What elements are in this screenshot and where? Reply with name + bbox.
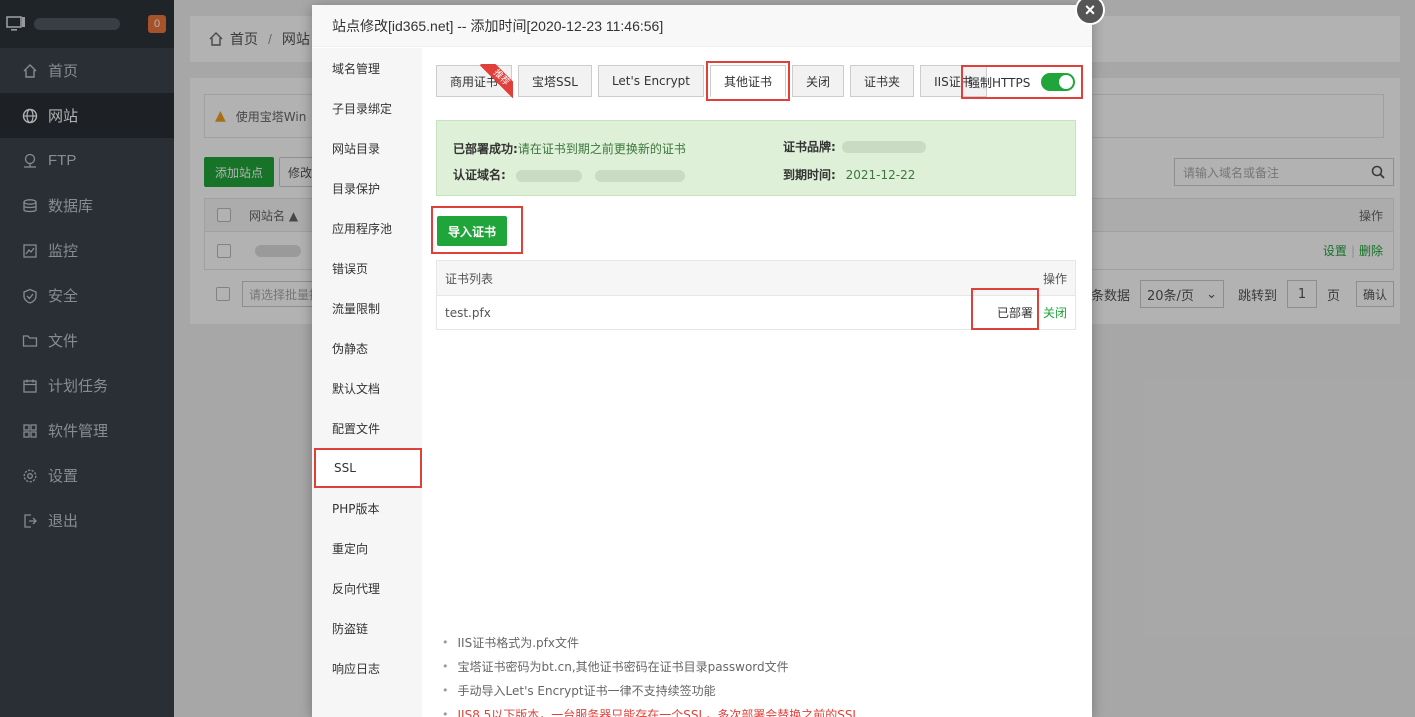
list-item: 宝塔证书密码为bt.cn,其他证书密码在证书目录password文件 [442,654,859,678]
force-https-label: 强制HTTPS [968,75,1031,90]
nav-item-reverse-proxy[interactable]: 反向代理 [312,568,422,608]
brand-redacted [841,140,926,153]
nav-item-domain[interactable]: 域名管理 [312,48,422,88]
tab-commercial-cert[interactable]: 商用证书 推荐 [436,64,514,98]
cert-name: test.pfx [445,305,491,320]
nav-item-response-log[interactable]: 响应日志 [312,648,422,688]
status-highlight [971,288,1039,330]
nav-item-redirect[interactable]: 重定向 [312,528,422,568]
nav-item-ssl[interactable]: SSL [314,448,422,488]
tab-other-cert[interactable]: 其他证书 [706,61,791,101]
nav-item-config[interactable]: 配置文件 [312,408,422,448]
nav-item-default-doc[interactable]: 默认文档 [312,368,422,408]
list-item: IIS证书格式为.pfx文件 [442,630,859,654]
list-item: 手动导入Let's Encrypt证书一律不支持续签功能 [442,678,859,702]
import-cert-button[interactable]: 导入证书 [437,216,507,246]
force-https-toggle[interactable] [1041,73,1075,91]
brand-label: 证书品牌: [783,140,836,154]
nav-item-traffic-limit[interactable]: 流量限制 [312,288,422,328]
nav-item-dir-protect[interactable]: 目录保护 [312,168,422,208]
site-edit-modal: 站点修改[id365.net] -- 添加时间[2020-12-23 11:46… [312,5,1092,717]
domain-redacted [515,169,582,182]
deployed-text: 请在证书到期之前更换新的证书 [517,142,686,156]
expire-label: 到期时间: [783,168,836,182]
nav-item-rewrite[interactable]: 伪静态 [312,328,422,368]
nav-item-error-page[interactable]: 错误页 [312,248,422,288]
list-item: IIS8.5以下版本，一台服务器只能存在一个SSL，多次部署会替换之前的SSL [442,702,860,717]
ssl-notes: IIS证书格式为.pfx文件 宝塔证书密码为bt.cn,其他证书密码在证书目录p… [442,630,860,717]
recommend-ribbon: 推荐 [479,64,514,98]
modal-nav: 域名管理 子目录绑定 网站目录 目录保护 应用程序池 错误页 流量限制 伪静态 … [312,48,422,717]
deployed-label: 已部署成功: [453,142,518,156]
domain-redacted [595,169,686,182]
nav-item-app-pool[interactable]: 应用程序池 [312,208,422,248]
force-https-control: 强制HTTPS [961,65,1083,99]
nav-item-site-dir[interactable]: 网站目录 [312,128,422,168]
modal-title: 站点修改[id365.net] -- 添加时间[2020-12-23 11:46… [312,5,1092,47]
domain-label: 认证域名: [453,168,506,182]
cert-close-link[interactable]: 关闭 [1043,304,1067,321]
tab-close[interactable]: 关闭 [792,65,845,97]
tab-cert-folder[interactable]: 证书夹 [850,65,915,97]
cert-info-box: 已部署成功:请在证书到期之前更换新的证书 认证域名: 证书品牌: 到期时间: 2… [436,120,1076,196]
ssl-panel: 商用证书 推荐 宝塔SSL Let's Encrypt 其他证书 关闭 证书夹 I… [422,48,1092,717]
nav-item-php-version[interactable]: PHP版本 [312,488,422,528]
tab-bt-ssl[interactable]: 宝塔SSL [518,65,592,97]
ssl-tabs: 商用证书 推荐 宝塔SSL Let's Encrypt 其他证书 关闭 证书夹 I… [436,61,993,101]
tab-lets-encrypt[interactable]: Let's Encrypt [597,65,705,97]
nav-item-hotlink[interactable]: 防盗链 [312,608,422,648]
expire-value: 2021-12-22 [845,168,916,182]
nav-item-subdir[interactable]: 子目录绑定 [312,88,422,128]
